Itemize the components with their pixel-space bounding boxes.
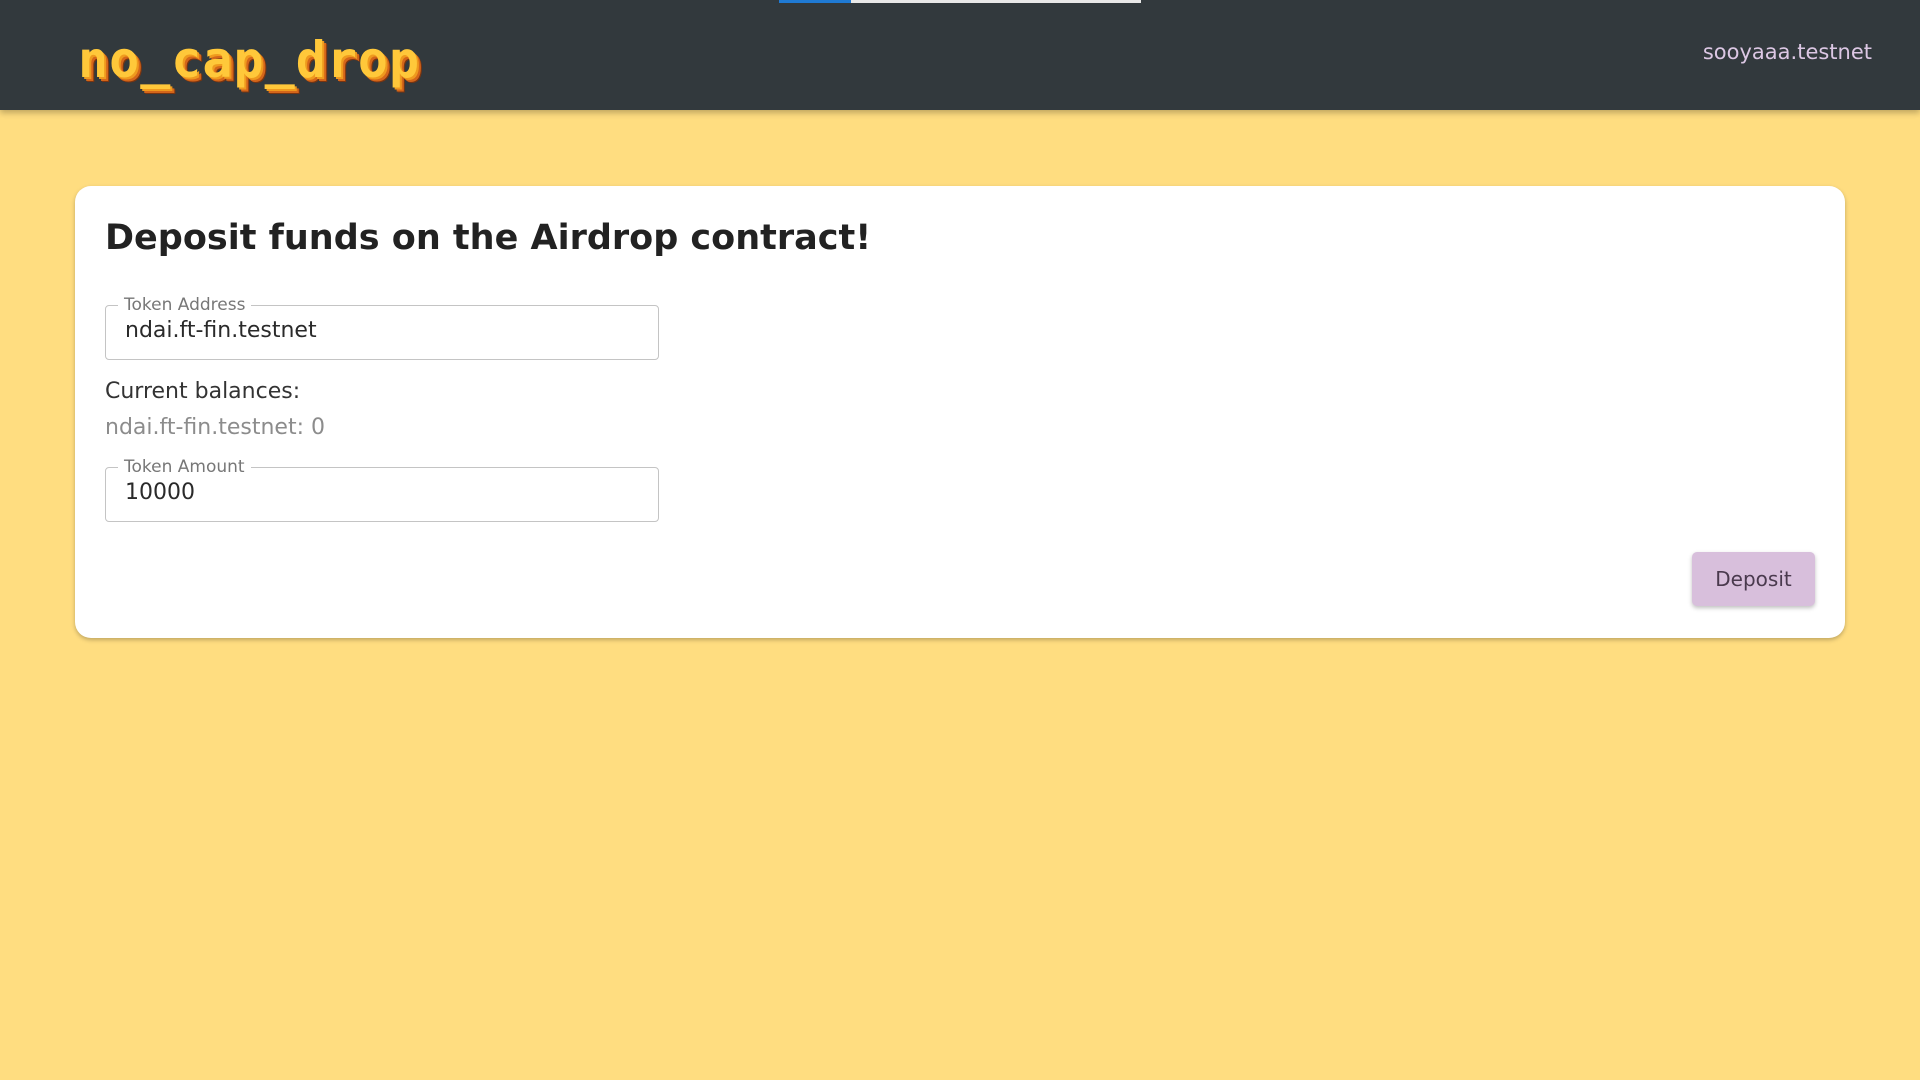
token-address-field: Token Address xyxy=(105,295,659,360)
loading-progress-bar xyxy=(779,0,1141,3)
token-amount-input[interactable] xyxy=(125,472,635,512)
token-address-input[interactable] xyxy=(125,310,635,350)
app-logo[interactable]: no_cap_drop xyxy=(78,32,420,88)
token-address-label: Token Address xyxy=(124,295,246,315)
account-name[interactable]: sooyaaa.testnet xyxy=(1703,40,1872,64)
page-title: Deposit funds on the Airdrop contract! xyxy=(105,218,872,258)
token-amount-field: Token Amount xyxy=(105,457,659,522)
balance-item: ndai.ft-fin.testnet: 0 xyxy=(105,415,325,440)
token-amount-label: Token Amount xyxy=(124,457,245,477)
loading-progress-fill xyxy=(779,0,852,3)
current-balances-label: Current balances: xyxy=(105,379,301,404)
deposit-button[interactable]: Deposit xyxy=(1692,552,1815,606)
deposit-card: Deposit funds on the Airdrop contract! T… xyxy=(75,186,1845,638)
app-header: no_cap_drop sooyaaa.testnet xyxy=(0,0,1920,110)
